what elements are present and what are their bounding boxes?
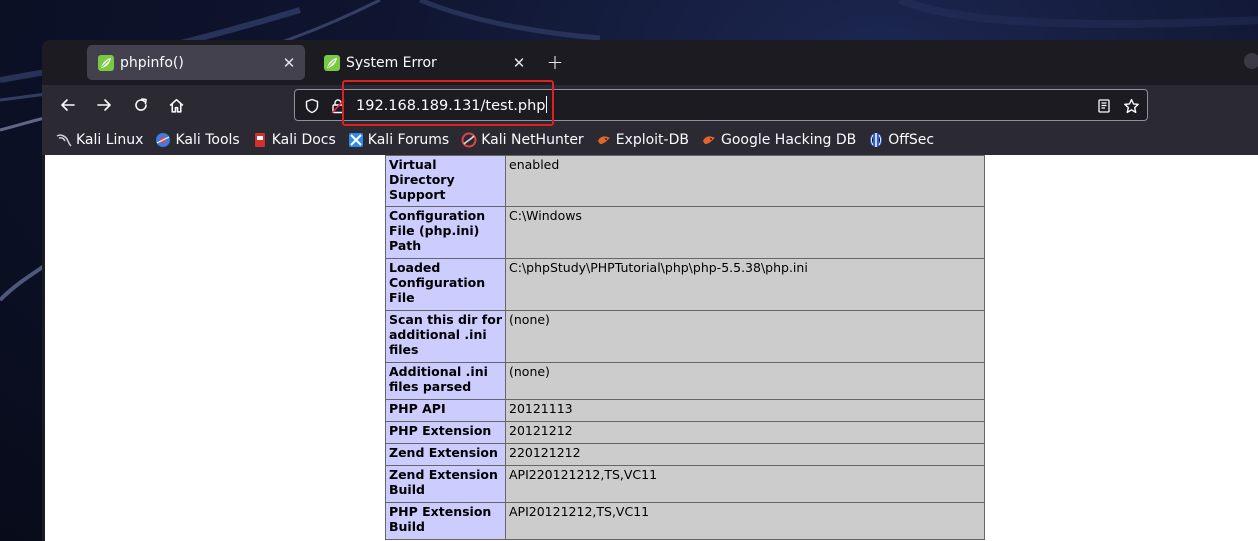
text-caret [546,96,548,113]
bookmark-star-icon[interactable] [1122,97,1140,115]
bookmark-label: Kali NetHunter [481,132,584,148]
config-value: API220121212,TS,VC11 [505,465,985,503]
leaf-favicon-icon [98,54,114,71]
bookmark-label: Kali Linux [76,132,144,148]
config-value: (none) [505,362,985,400]
config-key: PHP Extension Build [385,502,506,540]
config-value: API20121212,TS,VC11 [505,502,985,540]
back-button[interactable] [54,91,82,119]
close-tab-icon[interactable]: ✕ [277,51,301,75]
table-row: Zend Extension Build API220121212,TS,VC1… [385,465,985,503]
offsec-icon [868,132,884,148]
url-value: 192.168.189.131/test.php [356,98,546,114]
config-key: PHP API [385,399,506,422]
table-row: PHP Extension Build API20121212,TS,VC11 [385,502,985,540]
bookmark-kali-nethunter[interactable]: Kali NetHunter [461,132,584,148]
config-value: C:\Windows [505,206,985,259]
bookmark-offsec[interactable]: OffSec [868,132,934,148]
bookmark-kali-tools[interactable]: Kali Tools [155,132,240,148]
bookmark-kali-docs[interactable]: Kali Docs [252,132,336,148]
config-key: Virtual Directory Support [385,155,506,207]
new-tab-button[interactable]: + [542,49,568,75]
tab-system-error[interactable]: System Error ✕ [313,45,535,80]
config-key: PHP Extension [385,421,506,444]
bookmark-label: Kali Docs [271,132,336,148]
config-value: (none) [505,310,985,363]
close-tab-icon[interactable]: ✕ [507,51,531,75]
tab-title: phpinfo() [120,54,184,71]
reload-button[interactable] [127,91,155,119]
phpinfo-table: Virtual Directory Support enabled Config… [385,155,985,540]
config-key: Zend Extension [385,443,506,466]
tab-phpinfo[interactable]: phpinfo() ✕ [87,45,305,80]
config-value: 20121212 [505,421,985,444]
kali-docs-icon [252,132,268,148]
kali-tools-icon [155,132,171,148]
home-button[interactable] [162,91,190,119]
config-key: Loaded Configuration File [385,258,506,311]
exploit-db-icon [596,132,612,148]
config-key: Zend Extension Build [385,465,506,503]
reader-view-icon[interactable] [1095,97,1113,115]
page-viewport: Virtual Directory Support enabled Config… [45,155,1258,541]
tab-title: System Error [346,54,437,71]
bookmark-google-hacking-db[interactable]: Google Hacking DB [701,132,856,148]
arrow-left-icon [61,99,75,111]
table-row: Zend Extension 220121212 [385,443,985,466]
table-row: PHP Extension 20121212 [385,421,985,444]
bookmark-label: Exploit-DB [615,132,689,148]
config-value: C:\phpStudy\PHPTutorial\php\php-5.5.38\p… [505,258,985,311]
forward-button[interactable] [90,91,118,119]
ghdb-icon [701,132,717,148]
table-row: Configuration File (php.ini) Path C:\Win… [385,206,985,259]
table-row: PHP API 20121113 [385,399,985,422]
config-value: enabled [505,155,985,207]
bookmark-exploit-db[interactable]: Exploit-DB [596,132,689,148]
tab-overflow-button[interactable] [1244,53,1258,69]
table-row: Additional .ini files parsed (none) [385,362,985,400]
bookmark-label: Google Hacking DB [720,132,857,148]
url-text[interactable]: 192.168.189.131/test.php [356,96,548,114]
bookmark-label: OffSec [888,132,935,148]
browser-window: phpinfo() ✕ System Error ✕ + 192.168.189… [42,40,1258,541]
kali-dragon-icon [56,132,72,148]
navigation-toolbar: 192.168.189.131/test.php [42,85,1258,125]
config-key: Scan this dir for additional .ini files [385,310,506,363]
bookmark-kali-forums[interactable]: Kali Forums [348,132,449,148]
kali-nethunter-icon [461,132,477,148]
tab-strip: phpinfo() ✕ System Error ✕ + [42,40,1258,85]
config-value: 20121113 [505,399,985,422]
insecure-lock-icon[interactable] [329,97,347,115]
bookmarks-toolbar: Kali Linux Kali Tools Kali Docs Kali For… [42,125,1258,155]
config-key: Additional .ini files parsed [385,362,506,400]
home-icon [169,98,183,113]
leaf-favicon-icon [324,54,340,71]
reload-icon [135,98,147,111]
bookmark-kali-linux[interactable]: Kali Linux [56,132,143,148]
bookmark-label: Kali Tools [175,132,240,148]
url-bar[interactable]: 192.168.189.131/test.php [294,89,1148,121]
table-row: Virtual Directory Support enabled [385,155,985,207]
kali-forums-icon [348,132,364,148]
config-key: Configuration File (php.ini) Path [385,206,506,259]
bookmark-label: Kali Forums [367,132,450,148]
tracking-shield-icon[interactable] [303,97,321,115]
config-value: 220121212 [505,443,985,466]
table-row: Scan this dir for additional .ini files … [385,310,985,363]
arrow-right-icon [97,99,111,111]
table-row: Loaded Configuration File C:\phpStudy\PH… [385,258,985,311]
